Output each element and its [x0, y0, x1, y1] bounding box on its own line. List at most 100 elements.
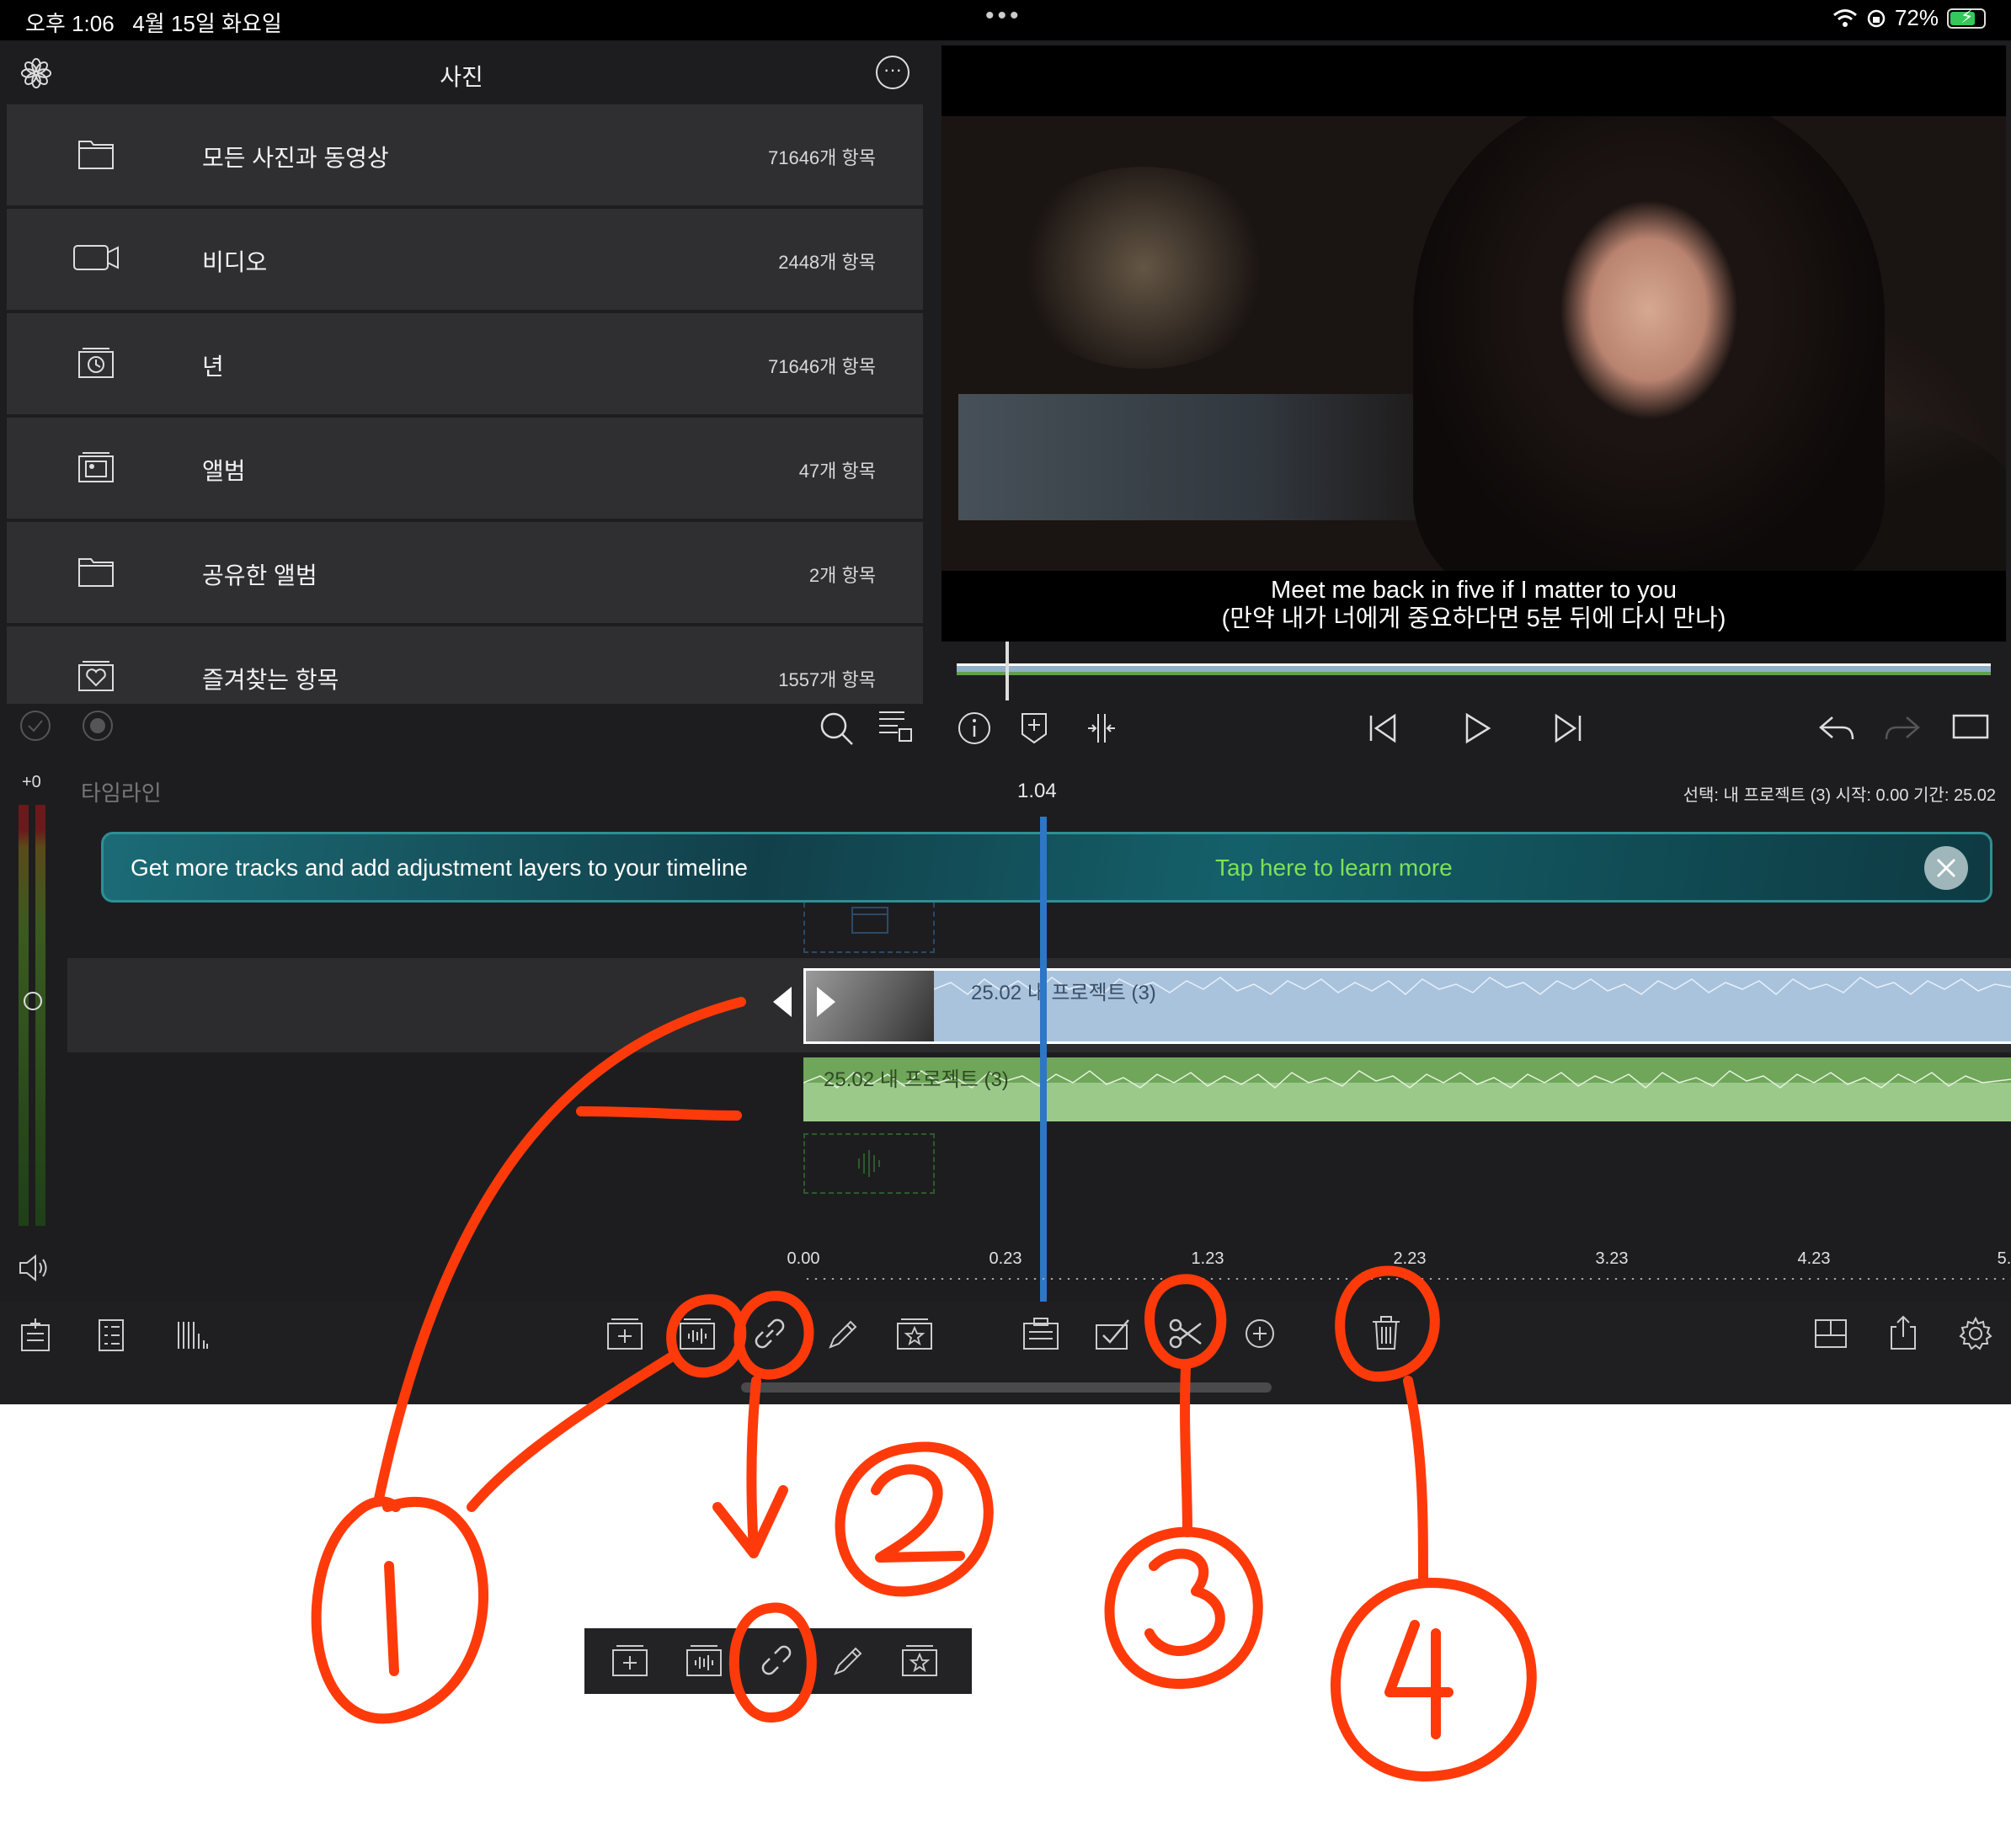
media-row-favorites[interactable]: 즐겨찾는 항목 1557개 항목: [7, 626, 923, 704]
promo-close-button[interactable]: [1924, 846, 1968, 890]
detach-audio-icon[interactable]: [677, 1315, 717, 1352]
more-options-button[interactable]: ···: [876, 56, 909, 89]
media-toolbar: [0, 704, 930, 754]
battery-icon: ⚡: [1947, 6, 1986, 29]
fullscreen-icon[interactable]: [1952, 712, 1989, 741]
annotation-number-1: [384, 1561, 399, 1676]
promo-banner[interactable]: Get more tracks and add adjustment layer…: [101, 832, 1992, 903]
sort-list-icon[interactable]: [876, 707, 915, 746]
playhead[interactable]: [1040, 817, 1047, 1302]
annotation-circle-4: [1330, 1578, 1537, 1781]
ruler-tick: 2.23: [1393, 1249, 1427, 1268]
video-clip[interactable]: 25.02 내 프로젝트 (3): [803, 968, 2011, 1044]
meter-bar-right: [35, 805, 45, 1226]
list-view-icon[interactable]: [96, 1317, 126, 1354]
empty-audio-slot[interactable]: [803, 1133, 935, 1194]
annotation-arrow-down: [746, 1376, 761, 1554]
app-window: 오후 1:06 4월 15일 화요일 ••• 72% ⚡ 사진 ··· 모든 사…: [0, 0, 2011, 1404]
info-icon[interactable]: [957, 711, 992, 746]
add-circle-icon[interactable]: [1243, 1317, 1277, 1350]
detach-audio-icon: [684, 1642, 724, 1679]
play-icon[interactable]: [1460, 711, 1494, 746]
media-row-albums[interactable]: 앨범 47개 항목: [7, 418, 923, 519]
volume-knob[interactable]: [24, 992, 42, 1010]
timeline-panel: +0 타임라인 1.04 선택: 내 프로젝트 (3) 시작: 0.00 기간:…: [0, 761, 2011, 1302]
empty-overlay-slot[interactable]: [803, 903, 935, 953]
status-time-text: 오후 1:06: [25, 11, 115, 36]
add-clip-icon[interactable]: [605, 1315, 645, 1352]
select-checkbox-icon[interactable]: [1093, 1315, 1134, 1352]
media-row-label: 비디오: [202, 249, 268, 275]
orientation-lock-icon: [1867, 9, 1886, 27]
link-icon[interactable]: [751, 1315, 788, 1352]
folder-icon: [78, 558, 114, 587]
add-track-icon[interactable]: [19, 1317, 52, 1354]
status-date-text: 4월 15일 화요일: [132, 11, 282, 36]
status-clock: 오후 1:06 4월 15일 화요일: [25, 7, 282, 38]
record-icon[interactable]: [81, 709, 115, 743]
scissors-icon[interactable]: [1167, 1315, 1204, 1352]
annotation-circle-3: [1104, 1526, 1263, 1689]
video-bokeh: [1009, 167, 1278, 369]
ruler-tick: 0.23: [989, 1249, 1022, 1268]
annotation-arrow-head: [712, 1485, 788, 1558]
skip-back-icon[interactable]: [1366, 711, 1400, 746]
folder-icon: [78, 141, 114, 169]
favorite-clip-icon[interactable]: [894, 1315, 935, 1352]
edit-pencil-icon: [830, 1642, 864, 1679]
time-ruler[interactable]: 0.00 0.23 1.23 2.23 3.23 4.23 5.: [0, 1249, 2011, 1291]
media-row-count: 71646개 항목: [767, 147, 876, 168]
video-clip-label: 25.02 내 프로젝트 (3): [971, 982, 1156, 1004]
trim-handle-right[interactable]: [817, 987, 835, 1017]
trim-handle-left[interactable]: [773, 987, 792, 1017]
photo-stack-icon: [78, 452, 114, 482]
annotation-circle-2: [835, 1441, 994, 1597]
media-row-count: 71646개 항목: [767, 356, 876, 377]
media-row-shared-albums[interactable]: 공유한 앨범 2개 항목: [7, 522, 923, 623]
annotation-number-2: [871, 1464, 965, 1563]
status-bar: 오후 1:06 4월 15일 화요일 ••• 72% ⚡: [0, 0, 2011, 40]
toolbar-scrollbar[interactable]: [741, 1382, 1272, 1393]
subtitle-caption: Meet me back in five if I matter to you …: [941, 576, 2006, 633]
status-indicators: 72% ⚡: [1832, 5, 1986, 31]
split-view-icon[interactable]: [1085, 711, 1118, 746]
share-icon[interactable]: [1886, 1313, 1920, 1352]
redo-icon[interactable]: [1883, 711, 1922, 746]
scrub-handle[interactable]: [1006, 642, 1009, 700]
audio-level-meter[interactable]: [19, 805, 47, 1226]
video-preview[interactable]: Meet me back in five if I matter to you …: [941, 45, 2006, 642]
multitask-dots[interactable]: •••: [985, 2, 1022, 30]
playhead-time: 1.04: [1017, 780, 1057, 802]
bottom-toolbar: [0, 1302, 2011, 1404]
undo-icon[interactable]: [1817, 711, 1856, 746]
trash-icon[interactable]: [1369, 1315, 1403, 1352]
media-row-all[interactable]: 모든 사진과 동영상 71646개 항목: [7, 104, 923, 205]
annotation-number-4: [1384, 1620, 1454, 1739]
ruler-tick: 1.23: [1191, 1249, 1224, 1268]
wifi-icon: [1832, 8, 1857, 27]
selection-info: 선택: 내 프로젝트 (3) 시작: 0.00 기간: 25.02: [1683, 786, 1996, 805]
layout-icon[interactable]: [1812, 1315, 1849, 1352]
audio-meter-label: +0: [22, 773, 41, 791]
subtitle-english: Meet me back in five if I matter to you: [1271, 577, 1677, 604]
gear-icon[interactable]: [1957, 1315, 1994, 1352]
annotation-line-4: [1403, 1376, 1428, 1588]
add-marker-icon[interactable]: [1019, 711, 1049, 746]
clipboard-icon[interactable]: [1021, 1315, 1061, 1352]
preview-scrubber[interactable]: [941, 642, 2006, 700]
preview-toolbar: [941, 700, 2006, 761]
subtitle-korean: (만약 내가 너에게 중요하다면 5분 뒤에 다시 만나): [1221, 605, 1726, 632]
timeline-zoom-icon[interactable]: [175, 1317, 211, 1354]
select-check-icon[interactable]: [19, 709, 52, 743]
scrub-track[interactable]: [957, 663, 1991, 675]
skip-forward-icon[interactable]: [1551, 711, 1585, 746]
media-row-years[interactable]: 년 71646개 항목: [7, 313, 923, 414]
media-row-label: 공유한 앨범: [202, 562, 317, 588]
promo-learn-more-link[interactable]: Tap here to learn more: [1215, 855, 1453, 881]
media-row-label: 년: [202, 354, 224, 380]
media-row-videos[interactable]: 비디오 2448개 항목: [7, 209, 923, 310]
edit-pencil-icon[interactable]: [825, 1315, 859, 1352]
audio-clip[interactable]: 25.02 내 프로젝트 (3): [803, 1057, 2011, 1121]
meter-bar-left: [19, 805, 29, 1226]
search-icon[interactable]: [817, 709, 856, 748]
